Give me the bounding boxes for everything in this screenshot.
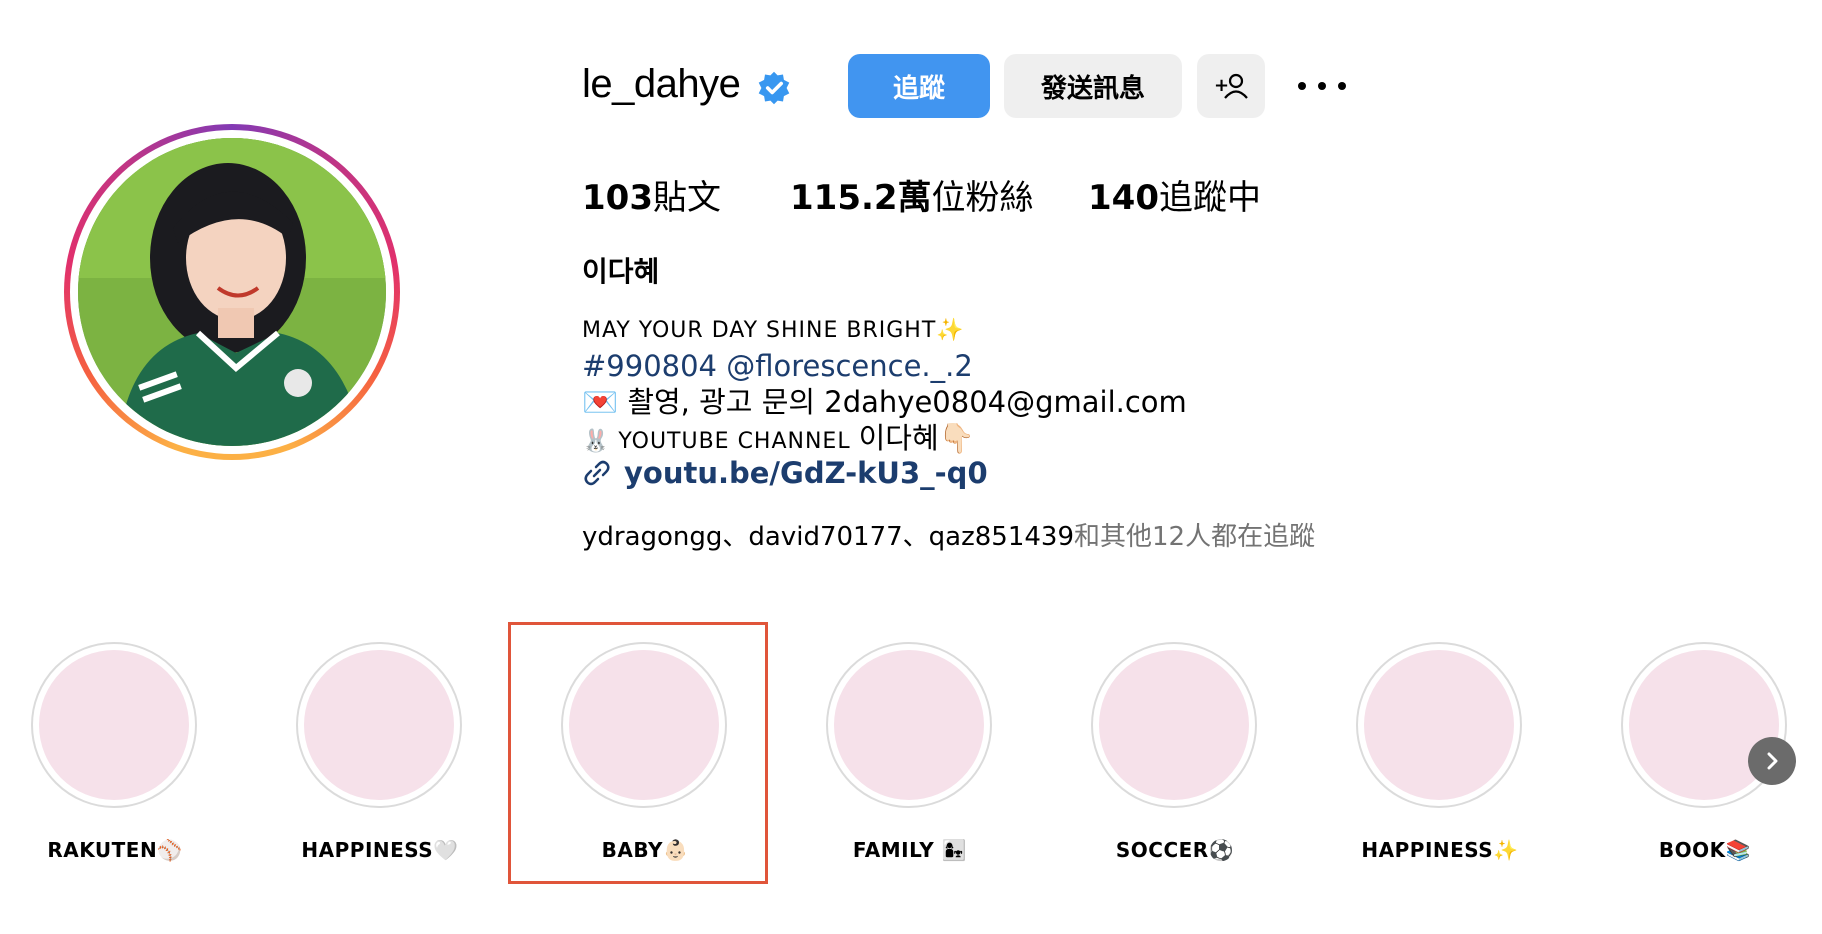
highlight-ring[interactable] [1356, 642, 1522, 808]
highlight-item[interactable]: SOCCER⚽ [1060, 640, 1290, 900]
highlight-label: RAKUTEN⚾ [47, 838, 183, 862]
highlight-ring[interactable] [31, 642, 197, 808]
verified-badge-icon [758, 71, 790, 105]
add-user-plus: + [1214, 75, 1229, 96]
followed-by-names[interactable]: ydragongg、david70177、qaz851439 [582, 522, 1074, 552]
followers-count: 115.2萬 [790, 178, 932, 218]
selection-highlight-box [508, 622, 768, 884]
bio-line: MAY YOUR DAY SHINE BRIGHT✨ [582, 318, 965, 343]
avatar-image [78, 138, 386, 446]
highlight-cover [834, 650, 984, 800]
posts-label: 貼文 [652, 178, 721, 218]
link-icon [584, 460, 610, 486]
send-message-button[interactable]: 發送訊息 [1004, 54, 1182, 118]
followers-stat[interactable]: 115.2萬位粉絲 [790, 170, 1034, 219]
followed-by-suffix: 和其他12人都在追蹤 [1074, 522, 1316, 552]
following-stat[interactable]: 140追蹤中 [1088, 170, 1261, 219]
highlight-ring[interactable] [1091, 642, 1257, 808]
bio-link-text[interactable]: youtu.be/GdZ-kU3_-q0 [624, 456, 988, 490]
add-user-button[interactable]: + [1197, 54, 1265, 118]
bio-contact: 💌 촬영, 광고 문의 2dahye0804@gmail.com [582, 385, 1187, 419]
more-dot [1338, 82, 1346, 90]
more-options-icon[interactable] [1298, 66, 1346, 106]
username: le_dahye [582, 62, 741, 106]
highlight-cover [1099, 650, 1249, 800]
add-user-icon: + [1214, 73, 1248, 99]
posts-count: 103 [582, 178, 653, 218]
highlight-cover [1364, 650, 1514, 800]
highlight-cover [304, 650, 454, 800]
next-highlights-button[interactable] [1748, 737, 1796, 785]
more-dot [1298, 82, 1306, 90]
chevron-right-icon [1767, 752, 1778, 770]
highlight-label: BOOK📚 [1658, 838, 1752, 862]
highlight-label: SOCCER⚽ [1115, 838, 1235, 862]
highlight-ring[interactable] [826, 642, 992, 808]
highlight-item[interactable]: HAPPINESS🤍 [265, 640, 495, 900]
bio-youtube: 🐰 YOUTUBE CHANNEL 이다혜👇🏻 [582, 420, 975, 460]
follow-button[interactable]: 追蹤 [848, 54, 990, 118]
full-name: 이다혜 [582, 255, 660, 288]
followed-by[interactable]: ydragongg、david70177、qaz851439和其他12人都在追蹤 [582, 516, 1315, 553]
highlight-label: FAMILY 👩‍👧 [852, 838, 968, 862]
highlight-ring[interactable] [296, 642, 462, 808]
more-dot [1318, 82, 1326, 90]
highlight-label: HAPPINESS🤍 [301, 838, 459, 862]
bio-youtube-prefix: 🐰 YOUTUBE CHANNEL [582, 429, 859, 454]
highlight-item[interactable]: HAPPINESS✨ [1325, 640, 1555, 900]
profile-avatar[interactable] [64, 124, 400, 460]
bio-youtube-suffix: 이다혜👇🏻 [858, 421, 975, 455]
posts-stat: 103貼文 [582, 170, 721, 219]
bio-link[interactable]: youtu.be/GdZ-kU3_-q0 [582, 455, 988, 491]
highlight-item[interactable]: RAKUTEN⚾ [0, 640, 230, 900]
avatar-photo [78, 138, 386, 446]
followers-label: 位粉絲 [931, 178, 1034, 218]
bio-hashtag-mention[interactable]: #990804 @florescence._.2 [582, 348, 973, 384]
following-count: 140 [1088, 178, 1159, 218]
highlight-label: HAPPINESS✨ [1361, 838, 1519, 862]
highlight-cover [39, 650, 189, 800]
highlight-item[interactable]: FAMILY 👩‍👧 [795, 640, 1025, 900]
following-label: 追蹤中 [1158, 178, 1261, 218]
